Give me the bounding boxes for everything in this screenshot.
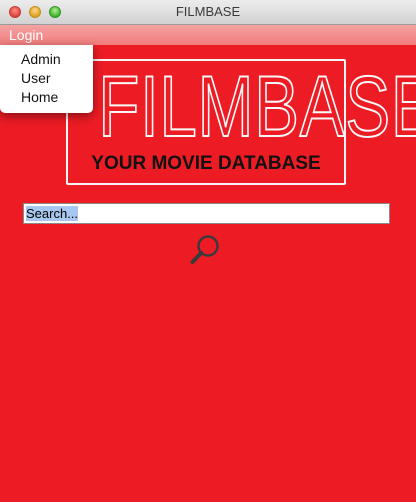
login-dropdown-menu: Admin User Home — [0, 45, 93, 113]
logo: FILMBASE YOUR MOVIE DATABASE — [66, 59, 416, 185]
menu-item-home[interactable]: Home — [21, 89, 58, 105]
menu-item-user[interactable]: User — [21, 70, 51, 86]
window-title: FILMBASE — [175, 4, 241, 19]
menu-item-admin[interactable]: Admin — [21, 51, 61, 67]
main-content: FILMBASE YOUR MOVIE DATABASE Search... — [0, 45, 416, 502]
search-input-text: Search... — [26, 206, 79, 221]
search-input[interactable]: Search... — [23, 203, 390, 224]
menu-login[interactable]: Login — [9, 27, 43, 43]
title-bar: FILMBASE — [0, 0, 416, 25]
logo-title: FILMBASE — [98, 59, 416, 155]
app-window: FILMBASE Login FILMBASE YOUR MOVIE DATAB… — [0, 0, 416, 502]
logo-subtitle: YOUR MOVIE DATABASE — [91, 153, 321, 174]
search-icon[interactable] — [188, 232, 224, 268]
menu-bar: Login — [0, 25, 416, 45]
